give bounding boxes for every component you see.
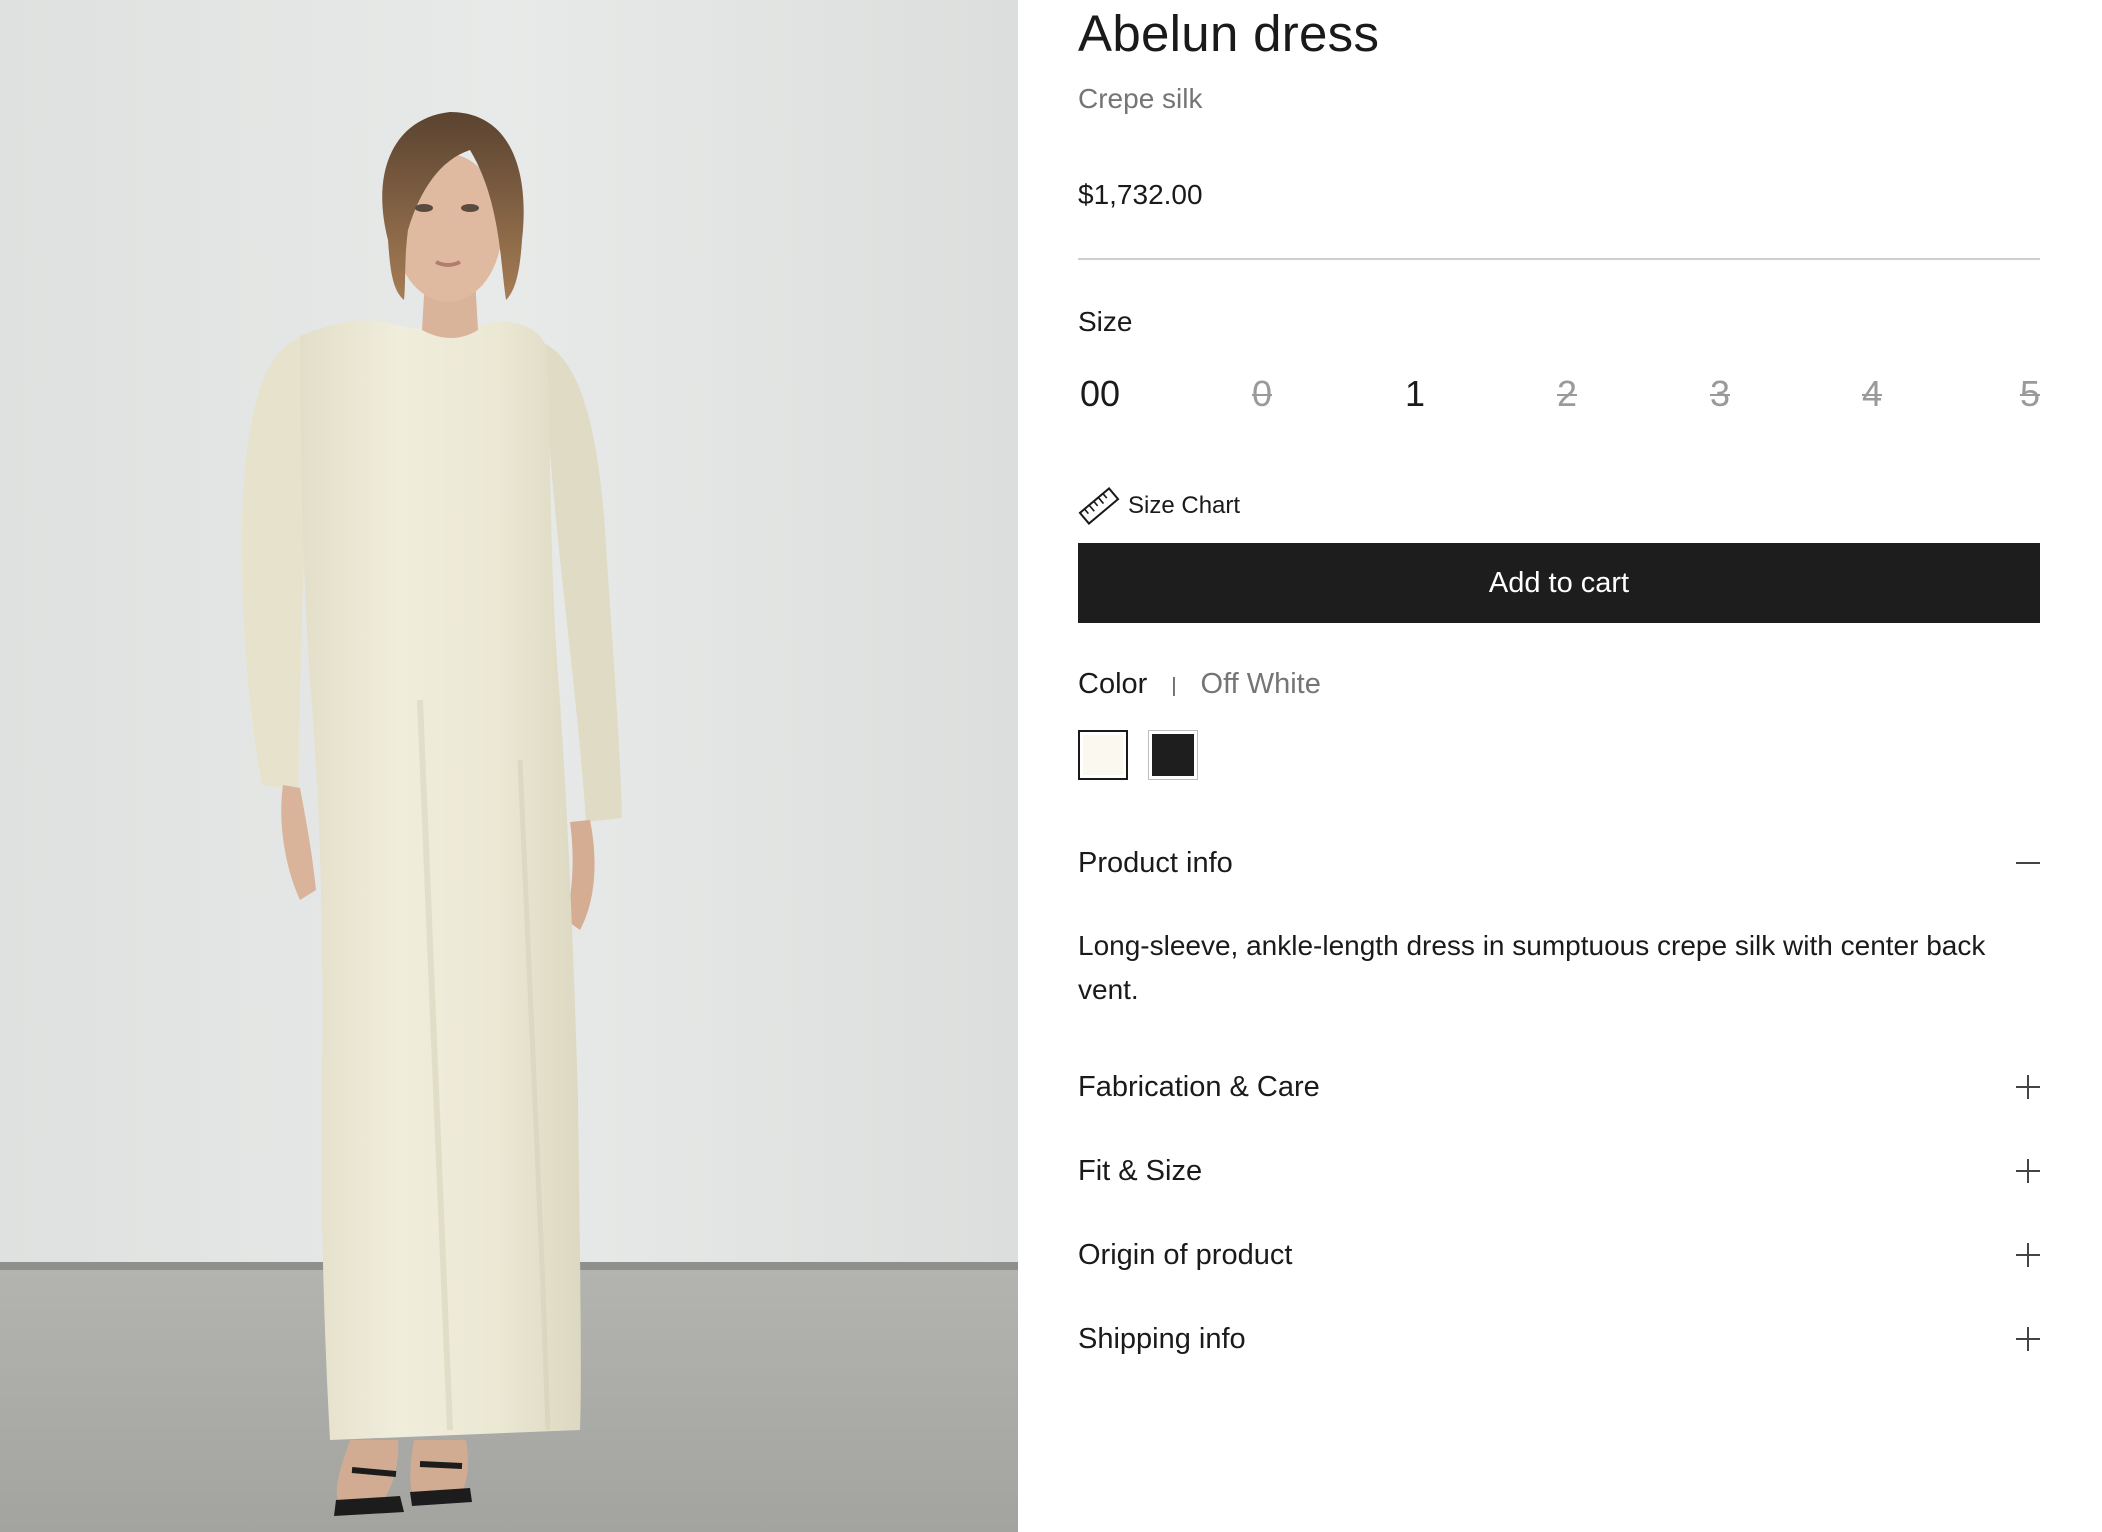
accordion-shipping-info[interactable]: Shipping info	[1078, 1317, 2040, 1361]
divider	[1078, 258, 2040, 260]
plus-icon	[2016, 1327, 2040, 1351]
color-swatch-off-white[interactable]	[1078, 730, 1128, 780]
accordion-fabrication-care[interactable]: Fabrication & Care	[1078, 1065, 2040, 1109]
selected-color-name: Off White	[1200, 667, 1321, 700]
product-details: Abelun dress Crepe silk $1,732.00 Size 0…	[1078, 0, 2040, 1532]
size-option-00[interactable]: 00	[1080, 370, 1120, 418]
accordion-label: Origin of product	[1078, 1239, 1293, 1271]
size-chart-link[interactable]: Size Chart	[1078, 486, 1240, 526]
color-swatch-black[interactable]	[1148, 730, 1198, 780]
minus-icon	[2016, 851, 2040, 875]
product-title: Abelun dress	[1078, 5, 1380, 62]
size-chart-label: Size Chart	[1128, 492, 1241, 519]
swatch-fill	[1152, 734, 1194, 776]
swatch-fill	[1083, 735, 1123, 775]
color-label: Color	[1078, 667, 1148, 700]
accordion-product-info[interactable]: Product info	[1078, 841, 2040, 885]
size-option-4[interactable]: 4	[1852, 370, 1892, 418]
product-photo-illustration	[0, 0, 1018, 1532]
size-label: Size	[1078, 306, 1133, 337]
accordion-label: Shipping info	[1078, 1323, 1246, 1355]
plus-icon	[2016, 1243, 2040, 1267]
size-option-5[interactable]: 5	[2000, 370, 2040, 418]
size-option-2[interactable]: 2	[1547, 370, 1587, 418]
color-row: Color | Off White	[1078, 664, 1321, 704]
plus-icon	[2016, 1159, 2040, 1183]
size-option-0[interactable]: 0	[1242, 370, 1282, 418]
ruler-icon	[1078, 487, 1120, 525]
add-to-cart-button[interactable]: Add to cart	[1078, 543, 2040, 623]
product-price: $1,732.00	[1078, 179, 1203, 210]
plus-icon	[2016, 1075, 2040, 1099]
product-material: Crepe silk	[1078, 83, 1203, 114]
product-image[interactable]	[0, 0, 1018, 1532]
accordion-label: Fabrication & Care	[1078, 1071, 1320, 1103]
color-separator: |	[1171, 674, 1177, 697]
accordion-label: Fit & Size	[1078, 1155, 1203, 1187]
accordion-origin-of-product[interactable]: Origin of product	[1078, 1233, 2040, 1277]
product-description: Long-sleeve, ankle-length dress in sumpt…	[1078, 930, 1986, 1005]
size-selector: 00 0 1 2 3 4 5	[1078, 370, 2040, 418]
size-option-3[interactable]: 3	[1700, 370, 1740, 418]
size-option-1[interactable]: 1	[1395, 370, 1435, 418]
accordion-fit-size[interactable]: Fit & Size	[1078, 1149, 2040, 1193]
accordion-label: Product info	[1078, 847, 1233, 879]
